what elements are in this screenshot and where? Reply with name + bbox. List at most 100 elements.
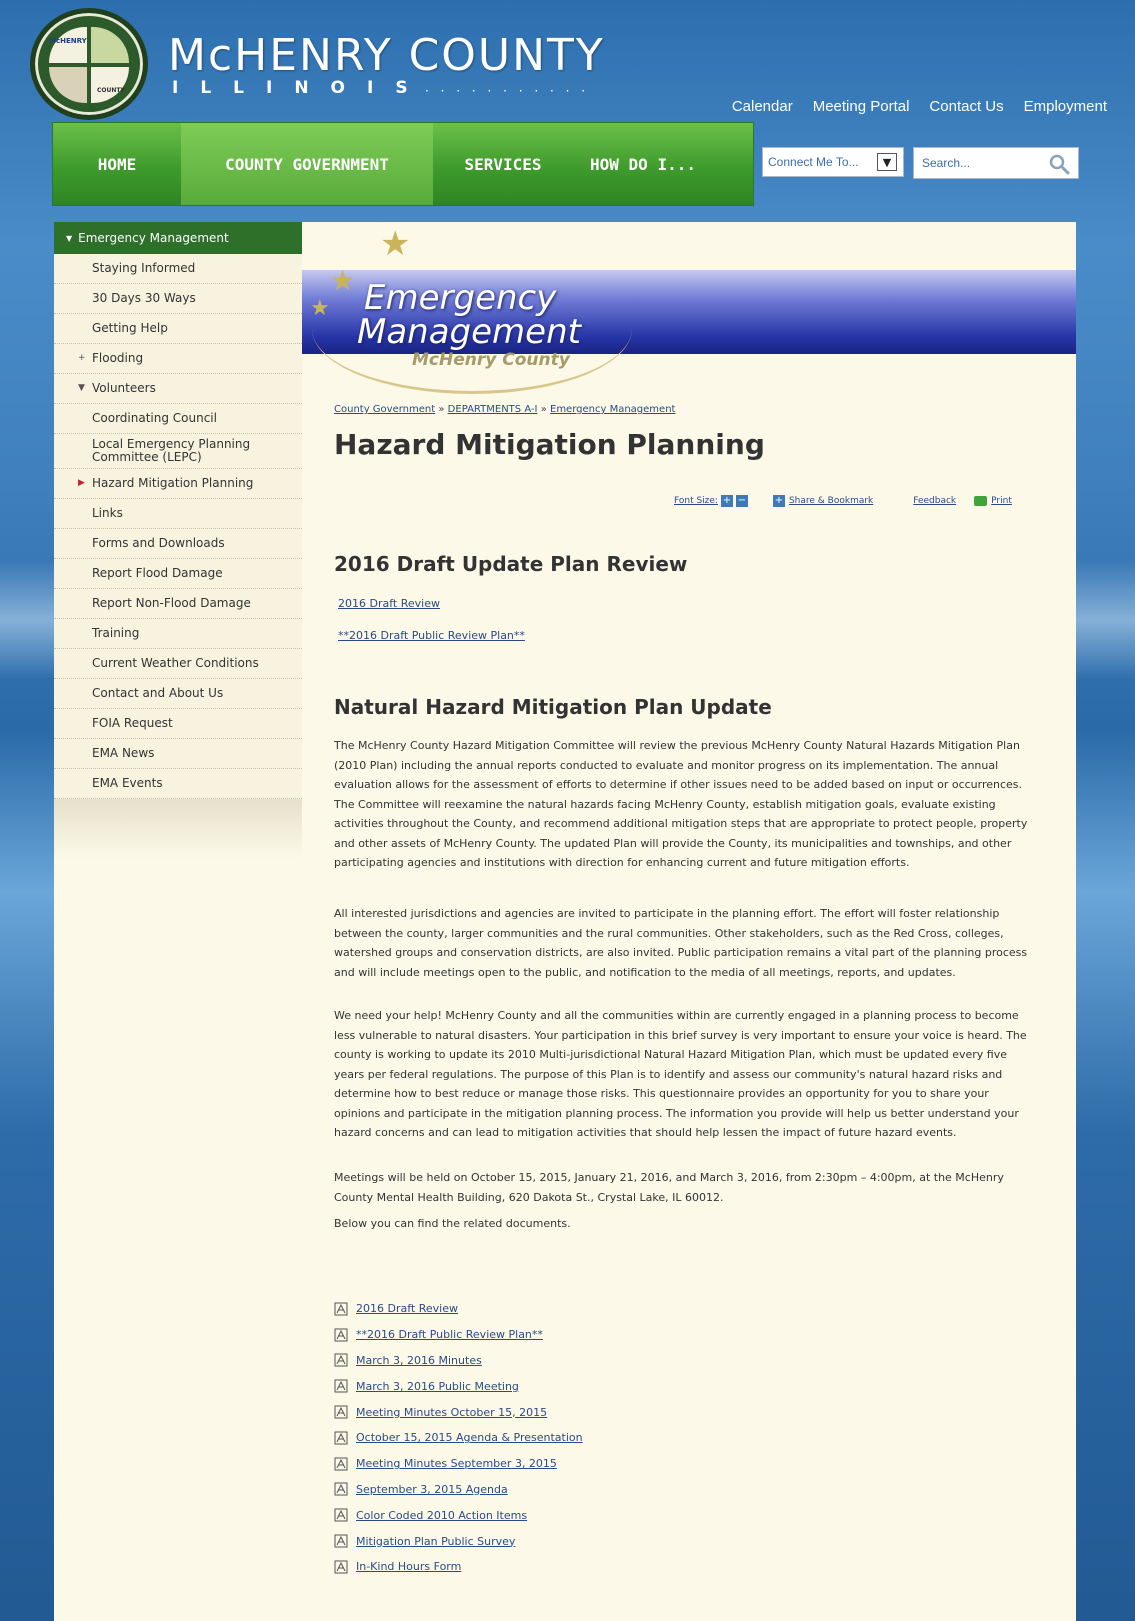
document-link[interactable]: Mitigation Plan Public Survey [356, 1535, 515, 1548]
paragraph-2: All interested jurisdictions and agencie… [334, 907, 1028, 979]
connect-me-to-select[interactable]: Connect Me To... ▼ [762, 147, 904, 177]
document-link[interactable]: September 3, 2015 Agenda [356, 1483, 508, 1496]
emergency-management-banner: ★ ★ ★ Emergency Management McHenry Count… [302, 222, 1076, 394]
decorative-dots: · · · · · · · · · · · [425, 84, 590, 98]
search-input[interactable] [922, 156, 1042, 170]
document-item: October 15, 2015 Agenda & Presentation [334, 1425, 583, 1451]
document-link[interactable]: October 15, 2015 Agenda & Presentation [356, 1431, 583, 1444]
document-item: Meeting Minutes October 15, 2015 [334, 1399, 583, 1425]
sidebar-item-label: Coordinating Council [92, 411, 217, 425]
sidebar-item[interactable]: ▶ Hazard Mitigation Planning [54, 469, 302, 499]
sidebar-item[interactable]: EMA News [54, 739, 302, 769]
sidebar-heading-label: Emergency Management [78, 231, 229, 245]
search-box [913, 147, 1079, 179]
document-item: 2016 Draft Review [334, 1296, 583, 1322]
document-link[interactable]: March 3, 2016 Public Meeting [356, 1380, 519, 1393]
utility-links: Calendar Meeting Portal Contact Us Emplo… [732, 98, 1107, 115]
breadcrumb-emergency-management[interactable]: Emergency Management [550, 404, 675, 415]
sidebar-item-label: Staying Informed [92, 261, 196, 275]
sidebar-item-label: Getting Help [92, 321, 168, 335]
sidebar-item-label: EMA News [92, 746, 155, 760]
font-decrease-button[interactable]: − [735, 495, 748, 507]
sidebar-item[interactable]: Current Weather Conditions [54, 649, 302, 679]
page-title: Hazard Mitigation Planning [334, 428, 765, 461]
sidebar-item[interactable]: Report Flood Damage [54, 559, 302, 589]
calendar-link[interactable]: Calendar [732, 98, 793, 115]
nav-home[interactable]: HOME [53, 123, 181, 205]
draft-public-review-plan-link[interactable]: **2016 Draft Public Review Plan** [338, 629, 525, 642]
sidebar-item[interactable]: Links [54, 499, 302, 529]
document-link[interactable]: 2016 Draft Review [356, 1302, 458, 1315]
pdf-icon [334, 1405, 348, 1419]
section2-heading: Natural Hazard Mitigation Plan Update [334, 695, 772, 719]
paragraph-4: Meetings will be held on October 15, 201… [334, 1171, 1004, 1204]
font-increase-button[interactable]: + [720, 495, 733, 507]
paragraph-1: The McHenry County Hazard Mitigation Com… [334, 739, 1028, 869]
chevron-down-icon: ▼ [66, 233, 73, 243]
share-icon[interactable]: + [772, 495, 785, 507]
sidebar-item[interactable]: Contact and About Us [54, 679, 302, 709]
chevron-down-icon[interactable]: ▼ [877, 153, 897, 171]
sidebar-heading[interactable]: ▼ Emergency Management [54, 222, 302, 254]
sidebar-item[interactable]: Report Non-Flood Damage [54, 589, 302, 619]
document-link[interactable]: Meeting Minutes October 15, 2015 [356, 1406, 547, 1419]
document-link[interactable]: In-Kind Hours Form [356, 1560, 461, 1573]
banner-line2: Management [357, 312, 581, 352]
print-icon[interactable] [974, 496, 988, 506]
document-item: Meeting Minutes September 3, 2015 [334, 1451, 583, 1477]
pdf-icon [334, 1508, 348, 1522]
draft-review-link[interactable]: 2016 Draft Review [338, 597, 440, 610]
sidebar-item-label: Links [92, 506, 123, 520]
star-icon: ★ [380, 224, 411, 264]
sidebar-item-label: Forms and Downloads [92, 536, 225, 550]
nav-county-government[interactable]: COUNTY GOVERNMENT [181, 123, 433, 205]
pdf-icon [334, 1560, 348, 1574]
sidebar-item-label: Report Flood Damage [92, 566, 223, 580]
sidebar-item[interactable]: 30 Days 30 Ways [54, 284, 302, 314]
sidebar-item[interactable]: Coordinating Council [54, 404, 302, 434]
sidebar-item[interactable]: Local Emergency Planning Committee (LEPC… [54, 434, 302, 469]
sidebar-item[interactable]: Forms and Downloads [54, 529, 302, 559]
breadcrumb: County Government » DEPARTMENTS A-I » Em… [334, 404, 675, 415]
banner-line3: McHenry County [412, 350, 570, 370]
pdf-icon [334, 1431, 348, 1445]
feedback-link[interactable]: Feedback [913, 496, 956, 506]
paragraph-3: We need your help! McHenry County and al… [334, 1009, 1027, 1139]
nav-services[interactable]: SERVICES [433, 123, 573, 205]
sidebar-item[interactable]: Getting Help [54, 314, 302, 344]
sidebar-item-label: Volunteers [92, 381, 156, 395]
print-link[interactable]: Print [991, 496, 1012, 506]
share-bookmark-link[interactable]: Share & Bookmark [789, 496, 873, 506]
sidebar-item[interactable]: ▼ Volunteers [54, 374, 302, 404]
document-link[interactable]: Meeting Minutes September 3, 2015 [356, 1457, 557, 1470]
pdf-icon [334, 1534, 348, 1548]
sidebar-item[interactable]: + Flooding [54, 344, 302, 374]
document-item: Color Coded 2010 Action Items [334, 1502, 583, 1528]
breadcrumb-departments[interactable]: DEPARTMENTS A-I [448, 404, 538, 415]
sidebar-item[interactable]: EMA Events [54, 769, 302, 799]
sidebar-item[interactable]: Staying Informed [54, 254, 302, 284]
breadcrumb-separator: » [438, 404, 445, 415]
search-icon[interactable] [1048, 153, 1070, 175]
section1-heading: 2016 Draft Update Plan Review [334, 552, 688, 576]
sidebar-item-label: Contact and About Us [92, 686, 224, 700]
breadcrumb-county-government[interactable]: County Government [334, 404, 435, 415]
document-item: Mitigation Plan Public Survey [334, 1528, 583, 1554]
county-seal-logo[interactable]: McHENRY COUNTY [30, 8, 148, 120]
contact-us-link[interactable]: Contact Us [929, 98, 1003, 115]
connect-me-to-value: Connect Me To... [768, 155, 859, 169]
document-link[interactable]: March 3, 2016 Minutes [356, 1354, 482, 1367]
meeting-portal-link[interactable]: Meeting Portal [813, 98, 910, 115]
nav-how-do-i[interactable]: HOW DO I... [573, 123, 713, 205]
sidebar-item[interactable]: Training [54, 619, 302, 649]
sidebar-nav: ▼ Emergency Management Staying Informed 3… [54, 222, 302, 859]
site-header: McHENRY COUNTY McHENRY COUNTY ILLINOIS ·… [0, 0, 1135, 215]
site-title[interactable]: McHENRY COUNTY [168, 30, 605, 81]
employment-link[interactable]: Employment [1024, 98, 1107, 115]
sidebar-item-label: Current Weather Conditions [92, 656, 259, 670]
document-link[interactable]: Color Coded 2010 Action Items [356, 1509, 527, 1522]
document-link[interactable]: **2016 Draft Public Review Plan** [356, 1328, 543, 1341]
document-item: **2016 Draft Public Review Plan** [334, 1322, 583, 1348]
expand-icon: + [78, 353, 86, 363]
sidebar-item[interactable]: FOIA Request [54, 709, 302, 739]
